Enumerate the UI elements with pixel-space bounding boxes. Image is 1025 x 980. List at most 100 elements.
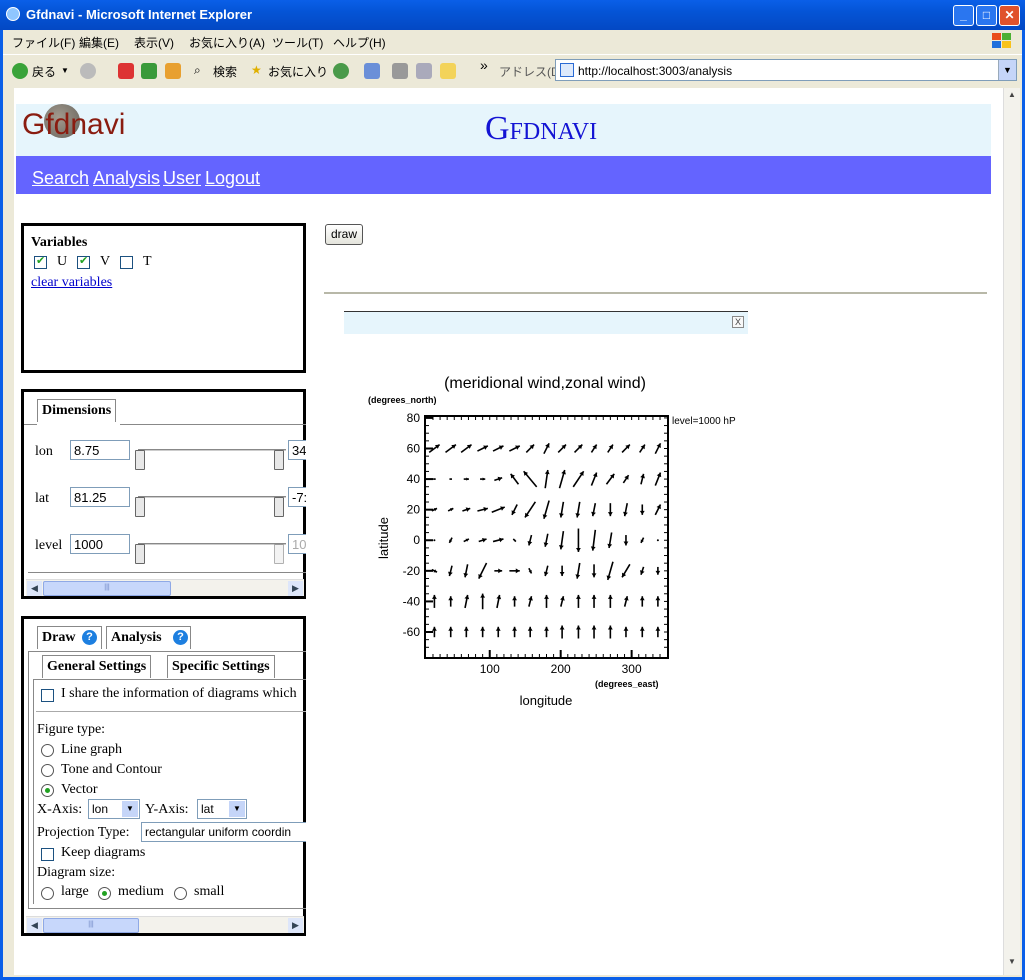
vertical-scrollbar[interactable]: ▲ ▼ bbox=[1003, 88, 1020, 975]
analysis-help-icon[interactable]: ? bbox=[173, 630, 188, 645]
tab-specific-settings[interactable]: Specific Settings bbox=[167, 655, 275, 678]
y-tick-label: 0 bbox=[413, 533, 420, 547]
search-icon[interactable]: ⌕ bbox=[194, 63, 201, 78]
dim-lat-min-input[interactable]: 81.25 bbox=[70, 487, 130, 507]
menu-tools[interactable]: ツール(T) bbox=[272, 34, 323, 51]
menu-help[interactable]: ヘルプ(H) bbox=[333, 34, 386, 51]
projection-select[interactable]: rectangular uniform coordin bbox=[141, 822, 306, 842]
refresh-icon[interactable] bbox=[141, 63, 157, 79]
dim-lat-min-slider[interactable] bbox=[135, 497, 145, 517]
menu-edit[interactable]: 編集(E) bbox=[79, 34, 119, 51]
edit-icon[interactable] bbox=[416, 63, 432, 79]
address-dropdown-icon[interactable]: ▼ bbox=[998, 60, 1016, 80]
favorites-button[interactable]: お気に入り bbox=[268, 63, 328, 80]
scroll-right-icon[interactable]: ▶ bbox=[288, 581, 303, 596]
window-titlebar: Gfdnavi - Microsoft Internet Explorer _ … bbox=[0, 0, 1025, 30]
dim-lon-min-input[interactable]: 8.75 bbox=[70, 440, 130, 460]
nav-logout-link[interactable]: Logout bbox=[205, 168, 260, 189]
home-icon[interactable] bbox=[165, 63, 181, 79]
wind-vector-head bbox=[495, 626, 501, 631]
history-icon[interactable] bbox=[333, 63, 349, 79]
diagram-size-label: Diagram size: bbox=[37, 865, 116, 880]
notes-icon[interactable] bbox=[440, 63, 456, 79]
draw-help-icon[interactable]: ? bbox=[82, 630, 97, 645]
figure-type-vector-radio[interactable] bbox=[41, 784, 54, 797]
tab-dimensions[interactable]: Dimensions bbox=[37, 399, 117, 422]
wind-vector-head bbox=[527, 626, 533, 631]
keep-diagrams-checkbox[interactable] bbox=[41, 848, 54, 861]
menu-file[interactable]: ファイル(F) bbox=[12, 34, 75, 51]
scroll-right-icon[interactable]: ▶ bbox=[288, 918, 303, 933]
scroll-left-icon[interactable]: ◀ bbox=[27, 918, 42, 933]
dim-lat-max-input[interactable]: -7: bbox=[288, 487, 306, 507]
variable-t-checkbox[interactable] bbox=[120, 256, 133, 269]
site-logo[interactable]: Gfdnavi bbox=[22, 104, 125, 142]
page-icon bbox=[560, 63, 574, 77]
variable-v-checkbox[interactable] bbox=[77, 254, 90, 269]
scroll-up-icon[interactable]: ▲ bbox=[1005, 90, 1019, 104]
wind-vector-dot bbox=[656, 539, 659, 542]
nav-bar: Search Analysis User Logout bbox=[16, 156, 991, 194]
nav-user-link[interactable]: User bbox=[163, 168, 201, 189]
scroll-left-icon[interactable]: ◀ bbox=[27, 581, 42, 596]
clear-variables-link[interactable]: clear variables bbox=[31, 275, 112, 291]
wind-vector-head bbox=[639, 510, 645, 515]
figure-type-line-radio[interactable] bbox=[41, 744, 54, 757]
size-large-radio[interactable] bbox=[41, 887, 54, 900]
stop-icon[interactable] bbox=[118, 63, 134, 79]
x-axis-select[interactable]: lon ▼ bbox=[88, 799, 140, 819]
dim-level-min-input[interactable]: 1000 bbox=[70, 534, 130, 554]
size-small-radio[interactable] bbox=[174, 887, 187, 900]
address-input[interactable]: http://localhost:3003/analysis bbox=[578, 64, 732, 78]
back-dropdown-icon[interactable]: ▼ bbox=[61, 66, 69, 75]
nav-search-link[interactable]: Search bbox=[32, 168, 89, 189]
toolbar-more[interactable]: » bbox=[480, 57, 488, 73]
minimize-button[interactable]: _ bbox=[953, 5, 974, 26]
print-icon[interactable] bbox=[392, 63, 408, 79]
address-bar[interactable]: http://localhost:3003/analysis ▼ bbox=[555, 59, 1017, 81]
back-icon[interactable] bbox=[12, 63, 28, 79]
favorites-icon[interactable]: ★ bbox=[251, 63, 262, 77]
share-checkbox[interactable] bbox=[41, 689, 54, 702]
maximize-button[interactable]: □ bbox=[976, 5, 997, 26]
draw-panel-hscroll[interactable]: ◀ ||| ▶ bbox=[26, 916, 304, 933]
dim-lat-max-slider[interactable] bbox=[274, 497, 284, 517]
menu-view[interactable]: 表示(V) bbox=[134, 34, 174, 51]
figure-close-button[interactable]: X bbox=[732, 316, 744, 328]
wind-vector-head bbox=[591, 573, 597, 578]
variable-t-label: T bbox=[143, 254, 152, 269]
wind-vector-head bbox=[655, 596, 661, 601]
mail-icon[interactable] bbox=[364, 63, 380, 79]
dimensions-panel: Dimensions lon 8.75 34 lat 81.25 -7: lev… bbox=[21, 389, 306, 599]
variable-u-checkbox[interactable] bbox=[34, 254, 47, 269]
scroll-thumb[interactable]: ||| bbox=[43, 581, 171, 596]
figure-type-tone-radio[interactable] bbox=[41, 764, 54, 777]
draw-button[interactable]: draw bbox=[325, 224, 363, 245]
tab-general-settings[interactable]: General Settings bbox=[42, 655, 152, 678]
dim-lon-max-input[interactable]: 34 bbox=[288, 440, 306, 460]
window-title: Gfdnavi - Microsoft Internet Explorer bbox=[26, 7, 253, 22]
address-label: アドレス(D) bbox=[499, 65, 564, 79]
menu-favorites[interactable]: お気に入り(A) bbox=[189, 34, 265, 51]
dimensions-hscroll[interactable]: ◀ ||| ▶ bbox=[26, 579, 304, 596]
scroll-down-icon[interactable]: ▼ bbox=[1005, 957, 1019, 971]
y-axis-select[interactable]: lat ▼ bbox=[197, 799, 247, 819]
back-button[interactable]: 戻る bbox=[32, 63, 56, 80]
wind-vector-head bbox=[655, 570, 661, 575]
size-medium-radio[interactable] bbox=[98, 887, 111, 900]
wind-vector-head bbox=[607, 625, 613, 630]
scroll-thumb[interactable]: ||| bbox=[43, 918, 139, 933]
forward-icon[interactable] bbox=[80, 63, 96, 79]
size-medium-label: medium bbox=[118, 884, 164, 899]
variable-v-label: V bbox=[100, 254, 111, 269]
close-window-button[interactable]: ✕ bbox=[999, 5, 1020, 26]
dim-lon-min-slider[interactable] bbox=[135, 450, 145, 470]
wind-vector-head bbox=[544, 626, 549, 631]
wind-vector-head bbox=[639, 626, 645, 631]
dim-level-min-slider[interactable] bbox=[135, 544, 145, 564]
dim-lon-max-slider[interactable] bbox=[274, 450, 284, 470]
chevron-down-icon: ▼ bbox=[229, 801, 245, 817]
search-button[interactable]: 検索 bbox=[213, 63, 237, 80]
nav-analysis-link[interactable]: Analysis bbox=[93, 168, 160, 189]
dim-level-label: level bbox=[35, 538, 63, 553]
